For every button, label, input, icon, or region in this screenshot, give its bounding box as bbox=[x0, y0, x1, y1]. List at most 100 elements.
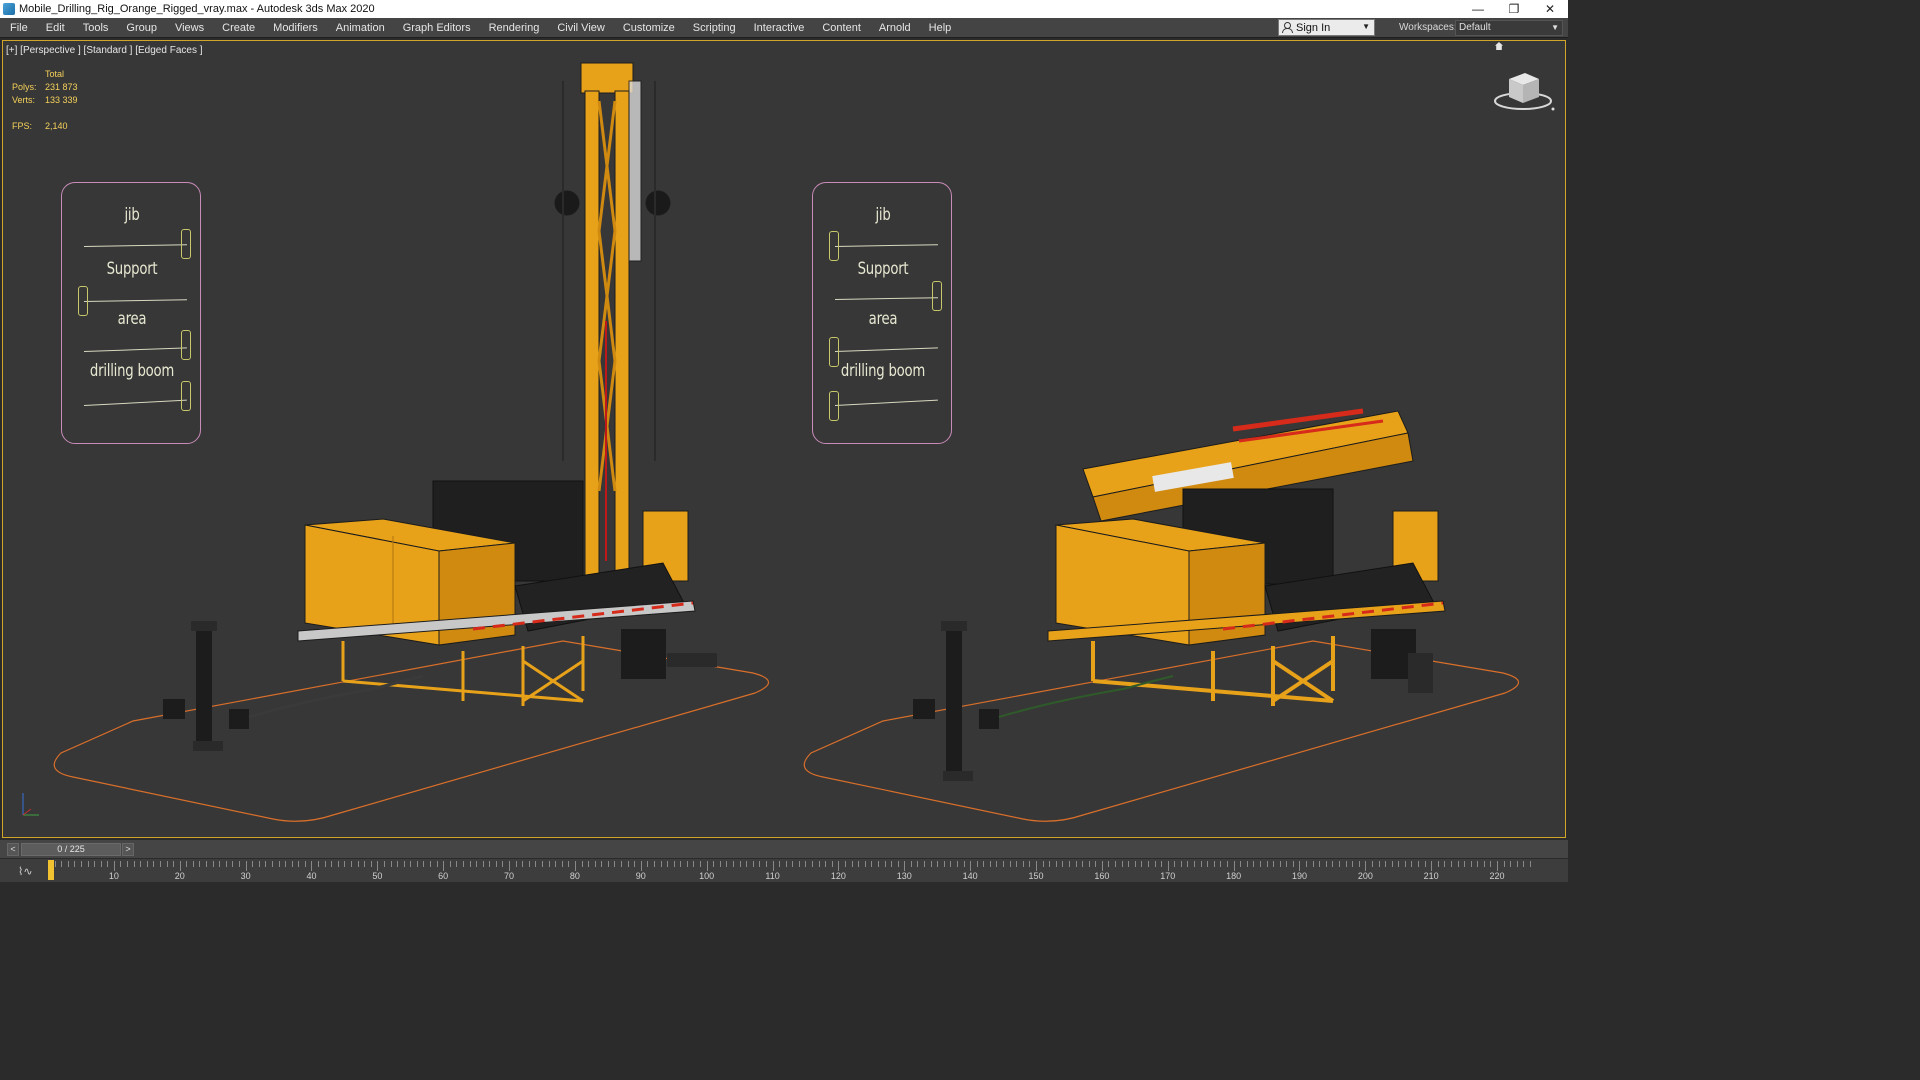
menu-tools[interactable]: Tools bbox=[74, 18, 118, 38]
ruler-tick bbox=[337, 861, 339, 867]
ruler-tick bbox=[831, 861, 833, 867]
ruler-tick bbox=[436, 861, 438, 867]
menu-graph-editors[interactable]: Graph Editors bbox=[394, 18, 480, 38]
ruler-tick bbox=[377, 861, 379, 871]
ruler-tick bbox=[1497, 861, 1499, 871]
ruler-tick bbox=[970, 861, 972, 871]
menu-customize[interactable]: Customize bbox=[614, 18, 684, 38]
ruler-tick bbox=[818, 861, 820, 867]
menu-scripting[interactable]: Scripting bbox=[684, 18, 745, 38]
ruler-tick bbox=[192, 861, 194, 867]
menu-animation[interactable]: Animation bbox=[327, 18, 394, 38]
ruler-tick-label: 60 bbox=[438, 871, 449, 881]
menu-create[interactable]: Create bbox=[213, 18, 264, 38]
ruler-tick bbox=[113, 861, 115, 871]
ruler-tick bbox=[1128, 861, 1130, 867]
menu-file[interactable]: File bbox=[0, 18, 37, 38]
ruler-tick-label: 20 bbox=[174, 871, 185, 881]
current-frame-marker[interactable] bbox=[48, 860, 54, 880]
menu-modifiers[interactable]: Modifiers bbox=[264, 18, 327, 38]
ruler-tick bbox=[1029, 861, 1031, 867]
menu-views[interactable]: Views bbox=[166, 18, 213, 38]
curve-editor-icon[interactable]: ⌇∿ bbox=[18, 865, 33, 878]
axis-tripod-icon bbox=[22, 793, 39, 816]
ruler-tick bbox=[397, 861, 399, 867]
ruler-tick bbox=[864, 861, 866, 867]
ruler-tick bbox=[449, 861, 451, 867]
menu-rendering[interactable]: Rendering bbox=[480, 18, 549, 38]
ruler-tick bbox=[805, 861, 807, 867]
menu-arnold[interactable]: Arnold bbox=[870, 18, 920, 38]
ruler-tick bbox=[1358, 861, 1360, 867]
ruler-tick bbox=[1075, 861, 1077, 867]
ruler-tick bbox=[1457, 861, 1459, 867]
close-button[interactable]: ✕ bbox=[1532, 0, 1568, 18]
ruler-tick bbox=[285, 861, 287, 867]
minimize-button[interactable]: — bbox=[1460, 0, 1496, 18]
sign-in-dropdown[interactable]: Sign In ▼ bbox=[1278, 19, 1375, 36]
ruler-tick bbox=[660, 861, 662, 867]
ruler-tick bbox=[535, 861, 537, 867]
menu-help[interactable]: Help bbox=[920, 18, 961, 38]
ruler-tick bbox=[1253, 861, 1255, 867]
ruler-tick bbox=[561, 861, 563, 867]
ruler-tick-label: 210 bbox=[1423, 871, 1439, 881]
ruler-tick-label: 130 bbox=[896, 871, 912, 881]
ruler-tick bbox=[581, 861, 583, 867]
ruler-tick bbox=[495, 861, 497, 867]
menu-civil-view[interactable]: Civil View bbox=[548, 18, 613, 38]
perspective-viewport[interactable]: [+] [Perspective ] [Standard ] [Edged Fa… bbox=[2, 40, 1566, 838]
previous-frame-button[interactable]: < bbox=[7, 843, 19, 856]
ruler-tick bbox=[1246, 861, 1248, 867]
ruler-tick bbox=[133, 861, 135, 867]
ruler-tick bbox=[1227, 861, 1228, 867]
ruler-tick bbox=[1371, 861, 1373, 867]
ruler-tick bbox=[568, 861, 570, 867]
ruler-tick bbox=[542, 861, 543, 867]
ruler-tick bbox=[1365, 861, 1367, 871]
ruler-tick bbox=[1391, 861, 1393, 867]
ruler-tick bbox=[403, 861, 405, 867]
ruler-tick bbox=[311, 861, 313, 871]
ruler-tick bbox=[825, 861, 827, 867]
ruler-tick bbox=[765, 861, 767, 867]
ruler-tick bbox=[153, 861, 155, 867]
time-slider[interactable]: 0 / 225 bbox=[21, 843, 121, 856]
ruler-tick bbox=[225, 861, 227, 867]
menu-interactive[interactable]: Interactive bbox=[745, 18, 814, 38]
ruler-tick bbox=[291, 861, 293, 867]
app-icon bbox=[3, 3, 15, 15]
ruler-tick bbox=[739, 861, 741, 867]
next-frame-button[interactable]: > bbox=[122, 843, 134, 856]
ruler-tick bbox=[726, 861, 728, 867]
ruler-tick bbox=[851, 861, 853, 867]
track-bar[interactable]: ⌇∿ 10 20 30 40 50 60 70 80 90 100 110 120 130 140 150 1… bbox=[0, 858, 1568, 882]
ruler-tick bbox=[390, 861, 392, 867]
ruler-tick bbox=[996, 861, 998, 867]
ruler-tick bbox=[469, 861, 471, 867]
ruler-tick bbox=[509, 861, 511, 871]
ruler-tick bbox=[1147, 861, 1149, 867]
ruler-tick-label: 110 bbox=[765, 871, 780, 881]
menu-group[interactable]: Group bbox=[117, 18, 166, 38]
ruler-tick bbox=[245, 861, 247, 871]
ruler-tick bbox=[1516, 861, 1518, 867]
ruler-tick bbox=[858, 861, 860, 867]
ruler-tick bbox=[673, 861, 675, 867]
menu-edit[interactable]: Edit bbox=[37, 18, 74, 38]
ruler-tick bbox=[930, 861, 932, 867]
ruler-tick bbox=[298, 861, 300, 867]
ruler-tick bbox=[1319, 861, 1321, 867]
ruler-tick bbox=[239, 861, 240, 867]
ruler-tick bbox=[140, 861, 142, 867]
ruler-tick bbox=[1352, 861, 1354, 867]
restore-button[interactable]: ❐ bbox=[1496, 0, 1532, 18]
ruler-tick bbox=[1141, 861, 1143, 867]
drilling-rig-model-right[interactable] bbox=[3, 41, 1566, 838]
frame-ruler[interactable]: 10 20 30 40 50 60 70 80 90 100 110 120 130 140 150 160 1… bbox=[48, 859, 1531, 883]
ruler-tick bbox=[989, 861, 991, 867]
ruler-tick bbox=[1240, 861, 1242, 867]
ruler-tick bbox=[838, 861, 840, 871]
menu-content[interactable]: Content bbox=[813, 18, 870, 38]
workspace-select[interactable]: Default ▼ bbox=[1455, 20, 1563, 36]
